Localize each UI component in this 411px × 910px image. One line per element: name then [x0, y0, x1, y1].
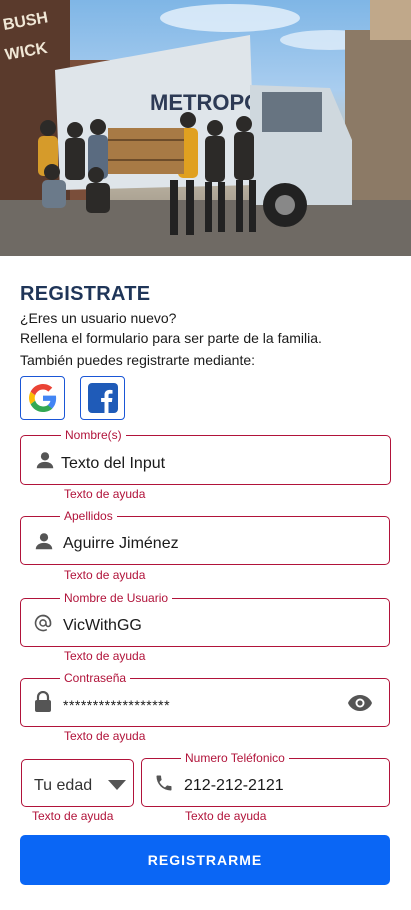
register-button[interactable]: REGISTRARME	[20, 835, 390, 885]
edad-select[interactable]: Tu edad	[21, 759, 134, 807]
nombre-help: Texto de ayuda	[64, 487, 146, 501]
usuario-field[interactable]: Nombre de Usuario VicWithGG	[20, 591, 390, 647]
usuario-help: Texto de ayuda	[64, 649, 146, 663]
subtitle-description: Rellena el formulario para ser parte de …	[20, 330, 322, 346]
apellidos-field[interactable]: Apellidos Aguirre Jiménez	[20, 509, 390, 565]
telefono-input[interactable]: 212-212-2121	[184, 777, 284, 795]
google-icon	[28, 384, 56, 412]
page-title: REGISTRATE	[20, 283, 151, 305]
chevron-down-icon	[108, 780, 126, 790]
contrasena-field[interactable]: Contraseña ******************	[20, 671, 390, 727]
phone-icon	[156, 775, 172, 791]
person-icon	[36, 452, 54, 469]
telefono-field[interactable]: Numero Teléfonico 212-212-2121	[141, 751, 390, 807]
telefono-label: Numero Teléfonico	[181, 751, 289, 765]
eye-icon[interactable]	[347, 694, 373, 712]
nombre-field[interactable]: Nombre(s) Texto del Input	[20, 428, 391, 485]
contrasena-input[interactable]: ******************	[63, 697, 170, 713]
subtitle-new-user: ¿Eres un usuario nuevo?	[20, 310, 177, 326]
contrasena-label: Contraseña	[60, 671, 131, 685]
person-icon	[35, 533, 53, 550]
apellidos-label: Apellidos	[60, 509, 117, 523]
google-signin-button[interactable]	[20, 376, 65, 420]
hero-photo: BUSH WICK METROPOLIS	[0, 0, 411, 256]
subtitle-social: También puedes registrarte mediante:	[20, 352, 256, 368]
apellidos-input[interactable]: Aguirre Jiménez	[63, 535, 179, 553]
apellidos-help: Texto de ayuda	[64, 568, 146, 582]
nombre-label: Nombre(s)	[61, 428, 126, 442]
facebook-signin-button[interactable]	[80, 376, 125, 420]
telefono-help: Texto de ayuda	[185, 809, 267, 823]
lock-icon	[35, 691, 51, 712]
at-icon	[34, 614, 52, 632]
edad-value: Tu edad	[34, 777, 93, 794]
facebook-icon	[87, 383, 118, 413]
edad-help: Texto de ayuda	[32, 809, 114, 823]
contrasena-help: Texto de ayuda	[64, 729, 146, 743]
usuario-input[interactable]: VicWithGG	[63, 617, 142, 635]
usuario-label: Nombre de Usuario	[60, 591, 173, 605]
nombre-input[interactable]: Texto del Input	[61, 455, 165, 473]
